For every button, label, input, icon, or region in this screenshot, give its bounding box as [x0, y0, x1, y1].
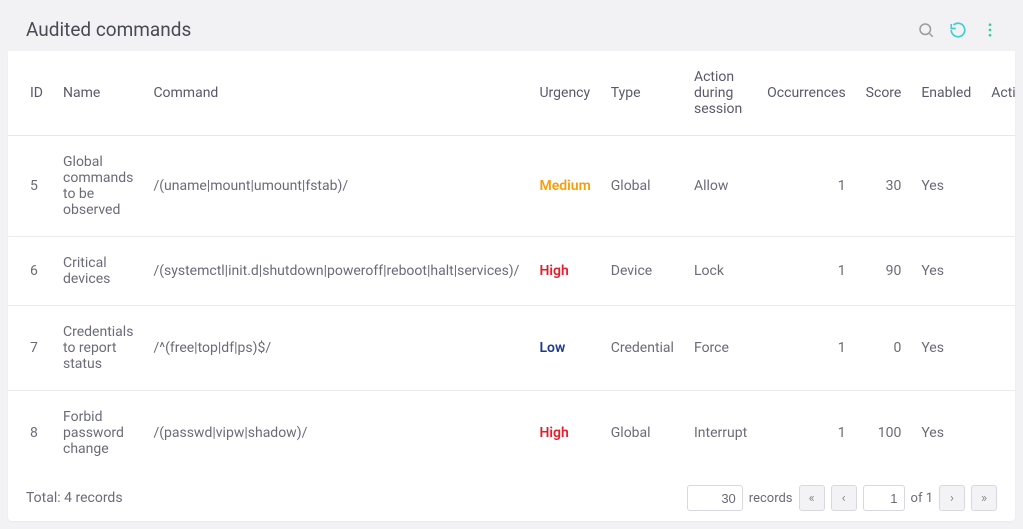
col-id[interactable]: ID [8, 51, 53, 136]
col-enabled[interactable]: Enabled [911, 51, 981, 136]
col-action[interactable]: Action during session [684, 51, 757, 136]
cell-name: Critical devices [53, 237, 143, 306]
table-header-row: ID Name Command Urgency Type Action duri… [8, 51, 1015, 136]
search-icon[interactable] [915, 19, 937, 41]
cell-actions [981, 136, 1015, 237]
cell-enabled: Yes [911, 306, 981, 391]
cell-occurrences: 1 [757, 237, 856, 306]
cell-action: Lock [684, 237, 757, 306]
cell-action: Allow [684, 136, 757, 237]
cell-id: 5 [8, 136, 53, 237]
cell-urgency: High [529, 391, 600, 476]
cell-type: Global [601, 391, 684, 476]
records-label: records [749, 491, 793, 506]
header-actions [915, 19, 1001, 41]
cell-occurrences: 1 [757, 306, 856, 391]
cell-name: Global commands to be observed [53, 136, 143, 237]
pager-prev-button[interactable]: ‹ [831, 485, 857, 511]
col-occurrences[interactable]: Occurrences [757, 51, 856, 136]
cell-enabled: Yes [911, 391, 981, 476]
table-wrap: ID Name Command Urgency Type Action duri… [8, 51, 1015, 475]
cell-urgency-value: Medium [539, 178, 590, 194]
cell-command: /(uname|mount|umount|fstab)/ [143, 136, 529, 237]
col-type[interactable]: Type [601, 51, 684, 136]
pager: records « ‹ of 1 › » [687, 485, 997, 511]
table-footer: Total: 4 records records « ‹ of 1 › » [8, 475, 1015, 521]
cell-command: /(systemctl|init.d|shutdown|poweroff|reb… [143, 237, 529, 306]
cell-urgency: Medium [529, 136, 600, 237]
cell-id: 7 [8, 306, 53, 391]
page-of-label: of 1 [911, 491, 933, 506]
col-name[interactable]: Name [53, 51, 143, 136]
more-icon[interactable] [979, 19, 1001, 41]
pager-first-button[interactable]: « [799, 485, 825, 511]
col-score[interactable]: Score [856, 51, 912, 136]
cell-name: Forbid password change [53, 391, 143, 476]
pager-next-button[interactable]: › [939, 485, 965, 511]
cell-id: 6 [8, 237, 53, 306]
cell-command: /^(free|top|df|ps)$/ [143, 306, 529, 391]
cell-action: Interrupt [684, 391, 757, 476]
cell-type: Device [601, 237, 684, 306]
cell-actions [981, 391, 1015, 476]
table-row: 5Global commands to be observed/(uname|m… [8, 136, 1015, 237]
table-row: 6Critical devices/(systemctl|init.d|shut… [8, 237, 1015, 306]
cell-occurrences: 1 [757, 136, 856, 237]
table-row: 8Forbid password change/(passwd|vipw|sha… [8, 391, 1015, 476]
col-actions: Action [981, 51, 1015, 136]
page-input[interactable] [863, 485, 905, 511]
cell-score: 30 [856, 136, 912, 237]
cell-score: 0 [856, 306, 912, 391]
cell-occurrences: 1 [757, 391, 856, 476]
cell-type: Credential [601, 306, 684, 391]
page-size-input[interactable] [687, 485, 743, 511]
cell-enabled: Yes [911, 136, 981, 237]
audited-commands-table: ID Name Command Urgency Type Action duri… [8, 51, 1015, 475]
cell-id: 8 [8, 391, 53, 476]
cell-enabled: Yes [911, 237, 981, 306]
cell-score: 100 [856, 391, 912, 476]
col-urgency[interactable]: Urgency [529, 51, 600, 136]
cell-score: 90 [856, 237, 912, 306]
cell-urgency-value: High [539, 425, 568, 441]
refresh-icon[interactable] [947, 19, 969, 41]
cell-urgency-value: Low [539, 340, 565, 356]
cell-urgency: High [529, 237, 600, 306]
pager-last-button[interactable]: » [971, 485, 997, 511]
cell-actions [981, 306, 1015, 391]
cell-name: Credentials to report status [53, 306, 143, 391]
cell-actions [981, 237, 1015, 306]
cell-urgency: Low [529, 306, 600, 391]
cell-action: Force [684, 306, 757, 391]
cell-type: Global [601, 136, 684, 237]
cell-command: /(passwd|vipw|shadow)/ [143, 391, 529, 476]
total-records: Total: 4 records [26, 490, 123, 506]
panel-header: Audited commands [8, 8, 1015, 51]
table-row: 7Credentials to report status/^(free|top… [8, 306, 1015, 391]
audited-commands-panel: ID Name Command Urgency Type Action duri… [8, 51, 1015, 521]
page-title: Audited commands [26, 18, 191, 41]
cell-urgency-value: High [539, 263, 568, 279]
col-command[interactable]: Command [143, 51, 529, 136]
